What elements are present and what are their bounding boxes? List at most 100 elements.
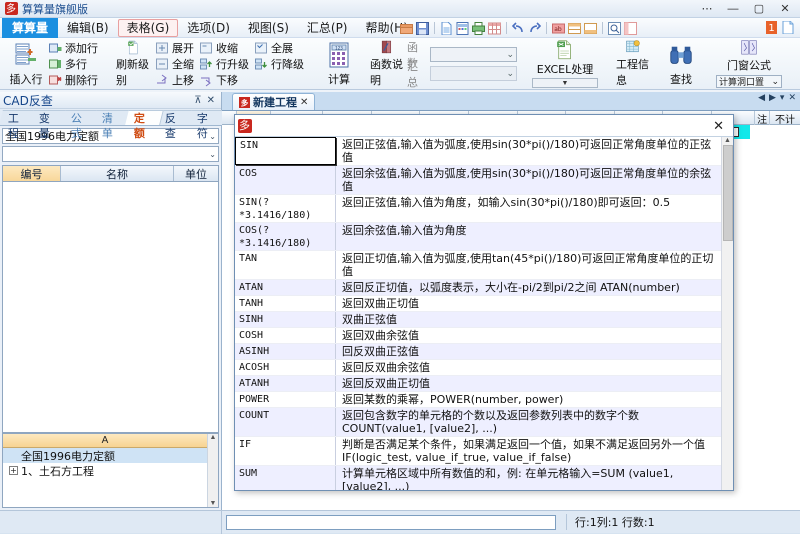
add-row-button[interactable]: 添加行 xyxy=(46,41,101,56)
promote-row-button[interactable]: 行升级 xyxy=(197,57,252,72)
function-list[interactable]: SIN返回正弦值,输入值为弧度,使用sin(30*pi()/180)可返回正常角… xyxy=(235,137,721,490)
layout-icon[interactable] xyxy=(624,22,637,35)
undo-icon[interactable] xyxy=(512,22,525,35)
tab-zifu[interactable]: 字符 xyxy=(188,110,227,125)
new-file-icon[interactable] xyxy=(781,21,794,34)
table-icon[interactable] xyxy=(488,22,501,35)
function-row[interactable]: ATANH返回反双曲正切值 xyxy=(235,376,721,392)
column-header-note[interactable]: 注 xyxy=(755,111,770,125)
document-tab-label: 新建工程 xyxy=(253,94,297,110)
more-button[interactable]: ⋯ xyxy=(694,0,720,17)
door-window-formula-button[interactable]: 门窗公式 计算洞口置 ⌄ xyxy=(713,39,785,89)
info-marker-icon[interactable]: 1 xyxy=(765,21,778,34)
quota-grid-body[interactable] xyxy=(2,182,219,433)
tree-scrollbar[interactable]: ▲ ▼ xyxy=(207,434,218,507)
scrollbar-thumb[interactable] xyxy=(723,145,733,241)
delete-row-button[interactable]: 删除行 xyxy=(46,73,101,88)
new-sheet-icon[interactable] xyxy=(440,22,453,35)
menu-item-options[interactable]: 选项(D) xyxy=(178,19,239,37)
function-row[interactable]: TAN返回正切值,输入值为弧度,使用tan(45*pi()/180)可返回正常角… xyxy=(235,251,721,280)
column-header-code[interactable]: 编号 xyxy=(3,166,61,181)
menu-item-view[interactable]: 视图(S) xyxy=(239,19,298,37)
move-down-button[interactable]: 下移 xyxy=(197,73,252,88)
zoom-icon[interactable] xyxy=(608,22,621,35)
function-row[interactable]: IF判断是否满足某个条件，如果满足返回一个值，如果不满足返回另外一个值 IF(l… xyxy=(235,437,721,466)
function-row[interactable]: SIN返回正弦值,输入值为弧度,使用sin(30*pi()/180)可返回正常角… xyxy=(235,137,721,166)
collapse-all-button[interactable]: 全缩 xyxy=(153,57,197,72)
scroll-down-icon[interactable]: ▼ xyxy=(210,500,217,507)
redo-icon[interactable] xyxy=(528,22,541,35)
function-row[interactable]: ACOSH返回反双曲余弦值 xyxy=(235,360,721,376)
document-tab-new-project[interactable]: 多 新建工程 ✕ xyxy=(232,93,315,110)
calculate-button[interactable]: 123 计算 xyxy=(319,39,359,89)
formula-bar-input[interactable] xyxy=(226,515,556,530)
close-icon[interactable]: ✕ xyxy=(207,95,215,106)
collapse-icon xyxy=(200,42,213,55)
next-tab-icon[interactable]: ▶ xyxy=(769,92,776,103)
column-header-unit[interactable]: 单位 xyxy=(174,166,218,181)
summary-select[interactable]: ⌄ xyxy=(430,66,517,81)
function-row[interactable]: COS返回余弦值,输入值为弧度,使用sin(30*pi()/180)可返回正常角… xyxy=(235,166,721,195)
menu-item-suansuanliang[interactable]: 算算量 xyxy=(2,18,58,38)
function-row[interactable]: SINH双曲正弦值 xyxy=(235,312,721,328)
move-up-button[interactable]: 上移 xyxy=(153,73,197,88)
function-row[interactable]: COSH返回双曲余弦值 xyxy=(235,328,721,344)
function-list-scrollbar[interactable]: ▲ xyxy=(721,137,733,490)
pin-icon[interactable]: ⊼ xyxy=(194,95,201,106)
project-info-button[interactable]: 工程信息 xyxy=(613,39,653,89)
tab-dinge[interactable]: 定额 xyxy=(125,110,164,125)
tree-row-root[interactable]: 全国1996电力定额 xyxy=(3,448,207,463)
function-help-button[interactable]: 函数说明 xyxy=(367,39,407,89)
open-folder-icon[interactable] xyxy=(400,22,413,35)
ribbon-group-excel: EXCEL处理 ▼ xyxy=(525,39,605,89)
menu-item-summary[interactable]: 汇总(P) xyxy=(298,19,357,37)
function-row[interactable]: SUM计算单元格区域中所有数值的和，例: 在单元格输入=SUM (value1,… xyxy=(235,466,721,490)
function-select[interactable]: ⌄ xyxy=(430,47,517,62)
find-button[interactable]: 查找 xyxy=(661,39,701,89)
close-icon[interactable]: ✕ xyxy=(300,97,308,108)
function-row[interactable]: POWER返回某数的乘幂，POWER(number, power) xyxy=(235,392,721,408)
column-header-name[interactable]: 名称 xyxy=(61,166,174,181)
scroll-up-icon[interactable]: ▲ xyxy=(210,434,217,441)
collapse-button[interactable]: 收缩 xyxy=(197,41,252,56)
menu-item-table[interactable]: 表格(G) xyxy=(118,19,179,37)
calc-opening-select[interactable]: 计算洞口置 ⌄ xyxy=(716,75,782,88)
minimize-button[interactable]: — xyxy=(720,0,746,17)
function-row[interactable]: TANH返回双曲正切值 xyxy=(235,296,721,312)
window-stack-icon[interactable] xyxy=(584,22,597,35)
tree-row-chapter-1[interactable]: + 1、土石方工程 xyxy=(3,463,207,478)
function-row[interactable]: ASINH回反双曲正弦值 xyxy=(235,344,721,360)
save-icon[interactable] xyxy=(416,22,429,35)
expand-all-icon xyxy=(255,42,268,55)
window-split-icon[interactable] xyxy=(568,22,581,35)
expand-button[interactable]: 展开 xyxy=(153,41,197,56)
function-row[interactable]: COUNT返回包含数字的单元格的个数以及返回参数列表中的数字个数 COUNT(v… xyxy=(235,408,721,437)
column-header-exclude[interactable]: 不计 xyxy=(770,111,800,125)
function-row[interactable]: SIN(?*3.1416/180)返回正弦值,输入值为角度，如输入sin(30*… xyxy=(235,195,721,223)
demote-row-button[interactable]: 行降级 xyxy=(252,57,307,72)
multi-row-label: 多行 xyxy=(65,56,87,72)
close-button[interactable]: ✕ xyxy=(772,0,798,17)
function-row[interactable]: ATAN返回反正切值，以弧度表示，大小在-pi/2到pi/2之间 ATAN(nu… xyxy=(235,280,721,296)
menu-item-edit[interactable]: 编辑(B) xyxy=(58,19,118,37)
tree-column-header[interactable]: A xyxy=(3,434,207,448)
scroll-up-icon[interactable]: ▲ xyxy=(724,137,731,144)
maximize-button[interactable]: ▢ xyxy=(746,0,772,17)
refresh-level-button[interactable]: 刷新级别 xyxy=(113,39,153,89)
multi-row-button[interactable]: 多行 xyxy=(46,57,101,72)
insert-row-button[interactable]: 插入行 xyxy=(6,39,46,89)
expand-all-button[interactable]: 全展 xyxy=(252,41,307,56)
excel-dropdown-button[interactable]: ▼ xyxy=(532,78,598,88)
excel-process-button[interactable]: EXCEL处理 ▼ xyxy=(529,39,601,89)
print-icon[interactable] xyxy=(472,22,485,35)
delete-row-icon xyxy=(49,74,62,87)
function-row[interactable]: COS(?*3.1416/180)返回余弦值,输入值为角度 xyxy=(235,223,721,251)
export-icon[interactable]: ab xyxy=(552,22,565,35)
prev-tab-icon[interactable]: ◀ xyxy=(758,92,765,103)
close-tab-icon[interactable]: ✕ xyxy=(788,92,796,103)
expander-icon[interactable]: + xyxy=(9,466,18,475)
quota-chapter-select[interactable]: ⌄ xyxy=(2,146,219,162)
dialog-close-button[interactable]: ✕ xyxy=(707,118,730,134)
calc-sheet-icon[interactable] xyxy=(456,22,469,35)
tab-menu-icon[interactable]: ▾ xyxy=(780,92,785,103)
